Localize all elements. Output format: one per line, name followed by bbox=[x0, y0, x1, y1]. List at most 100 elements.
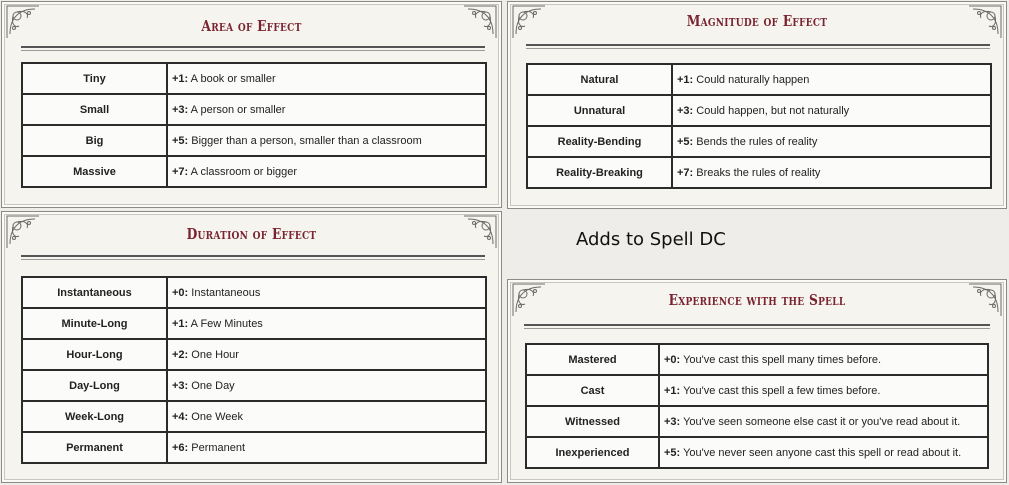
modifier-value: +6: bbox=[172, 441, 189, 454]
modifier-text: One Week bbox=[188, 410, 244, 423]
row-description: +1: A book or smaller bbox=[166, 62, 487, 95]
area-table: Tiny +1: A book or smaller Small +3: A pers… bbox=[21, 62, 487, 188]
row-name: Permanent bbox=[21, 431, 168, 464]
modifier-value: +0: bbox=[664, 353, 681, 366]
row-name: Day-Long bbox=[21, 369, 168, 402]
row-name: Natural bbox=[526, 63, 673, 96]
table-row: Mastered +0: You've cast this spell many … bbox=[525, 343, 989, 376]
modifier-text: A person or smaller bbox=[188, 103, 286, 116]
row-description: +1: Could naturally happen bbox=[671, 63, 992, 96]
modifier-text: You've never seen anyone cast this spell… bbox=[680, 446, 962, 459]
table-row: Day-Long +3: One Day bbox=[21, 369, 487, 402]
modifier-text: One Day bbox=[188, 379, 235, 392]
row-name: Inexperienced bbox=[525, 436, 660, 469]
modifier-value: +7: bbox=[677, 166, 694, 179]
row-name: Cast bbox=[525, 374, 660, 407]
modifier-value: +7: bbox=[172, 165, 189, 178]
row-description: +7: Breaks the rules of reality bbox=[671, 156, 992, 189]
row-name: Unnatural bbox=[526, 94, 673, 127]
modifier-value: +1: bbox=[677, 73, 694, 86]
modifier-value: +0: bbox=[172, 286, 189, 299]
duration-of-effect-panel: Duration of Effect Instantaneous +0: Inst… bbox=[1, 211, 502, 483]
corner-ornament-icon bbox=[5, 214, 41, 250]
duration-table: Instantaneous +0: Instantaneous Minute-Lon… bbox=[21, 276, 487, 464]
panel-title: Magnitude of Effect bbox=[686, 12, 828, 30]
title-rule bbox=[526, 44, 990, 49]
modifier-value: +3: bbox=[172, 379, 189, 392]
row-description: +5: Bends the rules of reality bbox=[671, 125, 992, 158]
table-row: Minute-Long +1: A Few Minutes bbox=[21, 307, 487, 340]
row-description: +6: Permanent bbox=[166, 431, 487, 464]
modifier-value: +5: bbox=[172, 134, 189, 147]
panel-title: Experience with the Spell bbox=[668, 291, 846, 309]
modifier-value: +1: bbox=[172, 72, 189, 85]
row-description: +5: Bigger than a person, smaller than a… bbox=[166, 124, 487, 157]
table-row: Inexperienced +5: You've never seen anyon… bbox=[525, 436, 989, 469]
table-row: Permanent +6: Permanent bbox=[21, 431, 487, 464]
table-row: Small +3: A person or smaller bbox=[21, 93, 487, 126]
corner-ornament-icon bbox=[462, 214, 498, 250]
row-name: Hour-Long bbox=[21, 338, 168, 371]
magnitude-of-effect-panel: Magnitude of Effect Natural +1: Could nat… bbox=[507, 1, 1007, 209]
table-row: Unnatural +3: Could happen, but not natur… bbox=[526, 94, 992, 127]
table-row: Instantaneous +0: Instantaneous bbox=[21, 276, 487, 309]
title-rule bbox=[21, 255, 485, 260]
row-name: Tiny bbox=[21, 62, 168, 95]
modifier-text: Could happen, but not naturally bbox=[693, 104, 850, 117]
corner-ornament-icon bbox=[967, 4, 1003, 40]
table-row: Cast +1: You've cast this spell a few tim… bbox=[525, 374, 989, 407]
row-name: Small bbox=[21, 93, 168, 126]
row-name: Mastered bbox=[525, 343, 660, 376]
modifier-value: +5: bbox=[677, 135, 694, 148]
modifier-value: +2: bbox=[172, 348, 189, 361]
row-description: +5: You've never seen anyone cast this s… bbox=[658, 436, 989, 469]
table-row: Witnessed +3: You've seen someone else ca… bbox=[525, 405, 989, 438]
table-row: Massive +7: A classroom or bigger bbox=[21, 155, 487, 188]
modifier-value: +1: bbox=[172, 317, 189, 330]
modifier-text: You've cast this spell many times before… bbox=[680, 353, 882, 366]
row-name: Week-Long bbox=[21, 400, 168, 433]
modifier-text: You've cast this spell a few times befor… bbox=[680, 384, 881, 397]
area-of-effect-panel: Area of Effect Tiny +1: A book or smaller… bbox=[1, 1, 502, 208]
row-description: +3: You've seen someone else cast it or … bbox=[658, 405, 989, 438]
row-name: Big bbox=[21, 124, 168, 157]
modifier-text: Bends the rules of reality bbox=[693, 135, 818, 148]
table-row: Reality-Breaking +7: Breaks the rules of … bbox=[526, 156, 992, 189]
corner-ornament-icon bbox=[5, 4, 41, 40]
modifier-text: A book or smaller bbox=[188, 72, 276, 85]
row-name: Instantaneous bbox=[21, 276, 168, 309]
title-rule bbox=[524, 324, 990, 329]
row-name: Reality-Breaking bbox=[526, 156, 673, 189]
modifier-text: Could naturally happen bbox=[693, 73, 810, 86]
row-description: +3: A person or smaller bbox=[166, 93, 487, 126]
modifier-text: A classroom or bigger bbox=[188, 165, 298, 178]
row-description: +3: One Day bbox=[166, 369, 487, 402]
experience-panel: Experience with the Spell Mastered +0: Yo… bbox=[507, 279, 1007, 483]
row-description: +0: You've cast this spell many times be… bbox=[658, 343, 989, 376]
corner-ornament-icon bbox=[462, 4, 498, 40]
modifier-text: Breaks the rules of reality bbox=[693, 166, 821, 179]
row-name: Minute-Long bbox=[21, 307, 168, 340]
row-description: +7: A classroom or bigger bbox=[166, 155, 487, 188]
modifier-value: +1: bbox=[664, 384, 681, 397]
row-description: +1: A Few Minutes bbox=[166, 307, 487, 340]
row-name: Witnessed bbox=[525, 405, 660, 438]
table-row: Big +5: Bigger than a person, smaller tha… bbox=[21, 124, 487, 157]
table-row: Week-Long +4: One Week bbox=[21, 400, 487, 433]
magnitude-table: Natural +1: Could naturally happen Unnatur… bbox=[526, 63, 992, 189]
row-name: Reality-Bending bbox=[526, 125, 673, 158]
experience-table: Mastered +0: You've cast this spell many … bbox=[525, 343, 989, 469]
modifier-text: Permanent bbox=[188, 441, 246, 454]
panel-title: Area of Effect bbox=[201, 17, 302, 35]
table-row: Hour-Long +2: One Hour bbox=[21, 338, 487, 371]
table-row: Natural +1: Could naturally happen bbox=[526, 63, 992, 96]
modifier-value: +4: bbox=[172, 410, 189, 423]
table-row: Tiny +1: A book or smaller bbox=[21, 62, 487, 95]
corner-ornament-icon bbox=[967, 282, 1003, 318]
modifier-value: +3: bbox=[664, 415, 681, 428]
row-description: +2: One Hour bbox=[166, 338, 487, 371]
modifier-value: +3: bbox=[677, 104, 694, 117]
table-row: Reality-Bending +5: Bends the rules of re… bbox=[526, 125, 992, 158]
modifier-text: Instantaneous bbox=[188, 286, 261, 299]
modifier-value: +5: bbox=[664, 446, 681, 459]
